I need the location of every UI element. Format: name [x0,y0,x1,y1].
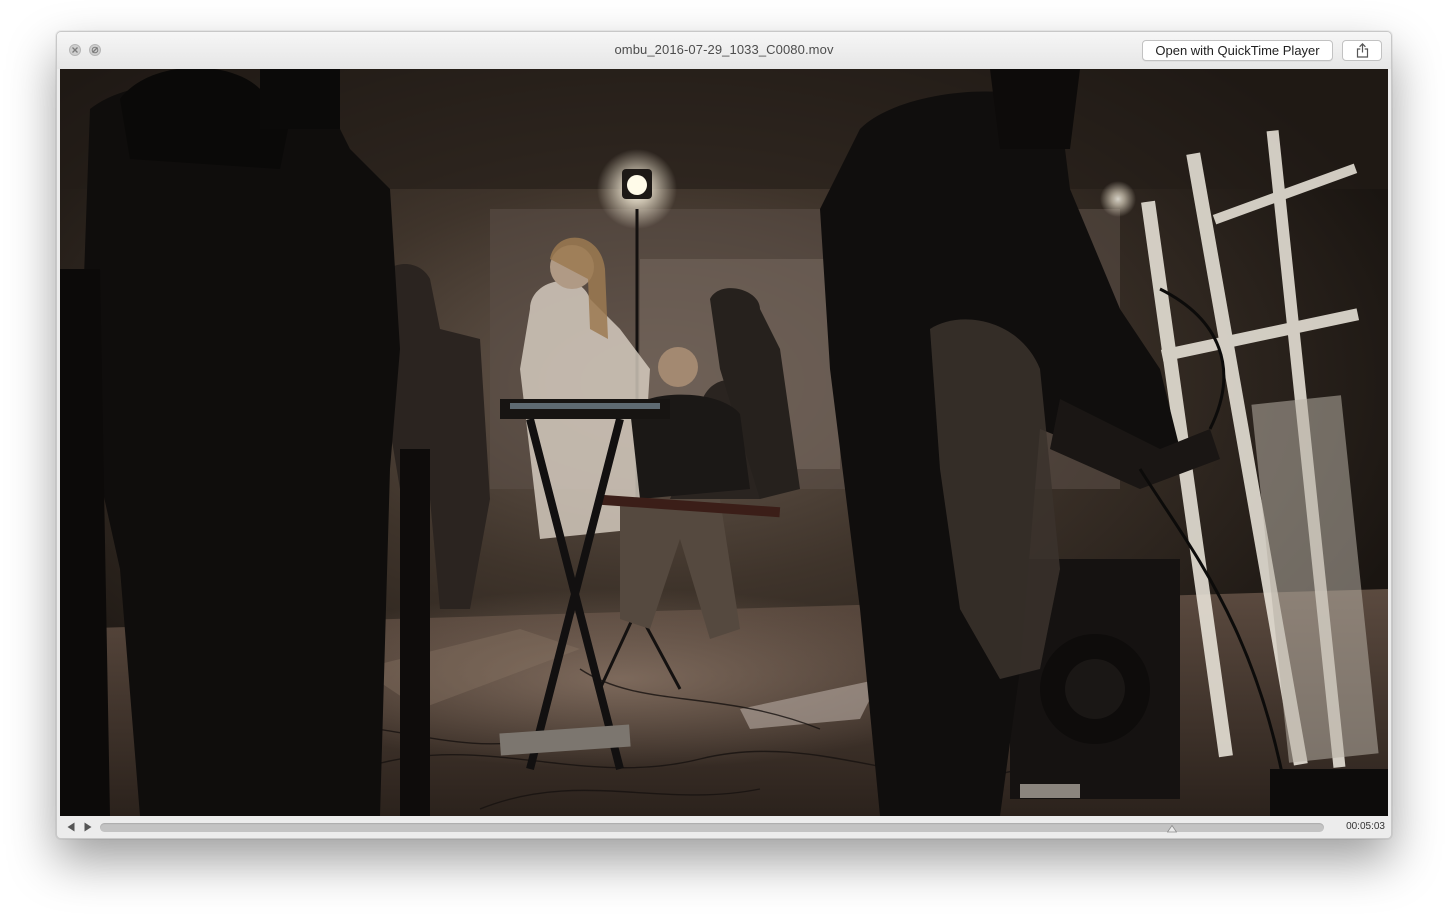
playback-controls: 00:05:03 [57,816,1391,838]
share-button[interactable] [1342,40,1382,61]
quick-look-window: ombu_2016-07-29_1033_C0080.mov Open with… [56,31,1392,839]
scrubber-track[interactable] [100,823,1324,832]
title-bar[interactable]: ombu_2016-07-29_1033_C0080.mov Open with… [57,32,1391,69]
play-icon[interactable] [83,821,93,833]
elapsed-time: 00:05:03 [1346,821,1385,832]
video-frame[interactable] [60,69,1388,816]
share-icon [1356,43,1369,58]
previous-frame-icon[interactable] [66,821,76,833]
video-still [60,69,1388,816]
open-with-quicktime-button[interactable]: Open with QuickTime Player [1142,40,1333,61]
